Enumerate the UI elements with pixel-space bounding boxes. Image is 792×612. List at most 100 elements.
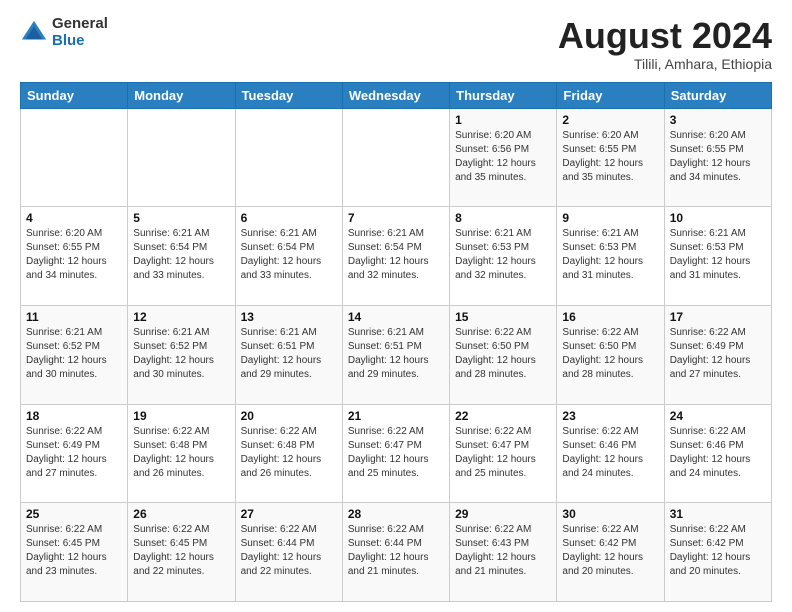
day-number: 25 xyxy=(26,507,122,521)
logo-blue-text: Blue xyxy=(52,33,108,50)
day-info: Sunrise: 6:21 AM Sunset: 6:54 PM Dayligh… xyxy=(241,227,337,283)
calendar-cell: 18 Sunrise: 6:22 AM Sunset: 6:49 PM Dayli… xyxy=(21,404,128,503)
day-info: Sunrise: 6:21 AM Sunset: 6:53 PM Dayligh… xyxy=(670,227,766,283)
calendar-cell: 14 Sunrise: 6:21 AM Sunset: 6:51 PM Dayli… xyxy=(342,305,449,404)
calendar-cell xyxy=(128,108,235,207)
calendar-header-saturday: Saturday xyxy=(664,82,771,108)
day-number: 22 xyxy=(455,409,551,423)
day-number: 26 xyxy=(133,507,229,521)
calendar-cell: 10 Sunrise: 6:21 AM Sunset: 6:53 PM Dayli… xyxy=(664,207,771,306)
day-number: 1 xyxy=(455,113,551,127)
calendar-cell: 8 Sunrise: 6:21 AM Sunset: 6:53 PM Daylig… xyxy=(450,207,557,306)
week-row-3: 18 Sunrise: 6:22 AM Sunset: 6:49 PM Dayli… xyxy=(21,404,772,503)
day-info: Sunrise: 6:22 AM Sunset: 6:49 PM Dayligh… xyxy=(26,425,122,481)
day-number: 30 xyxy=(562,507,658,521)
day-info: Sunrise: 6:22 AM Sunset: 6:47 PM Dayligh… xyxy=(348,425,444,481)
day-number: 4 xyxy=(26,211,122,225)
week-row-0: 1 Sunrise: 6:20 AM Sunset: 6:56 PM Daylig… xyxy=(21,108,772,207)
day-info: Sunrise: 6:22 AM Sunset: 6:50 PM Dayligh… xyxy=(455,326,551,382)
header: General Blue August 2024 Tilili, Amhara,… xyxy=(20,16,772,72)
day-info: Sunrise: 6:20 AM Sunset: 6:55 PM Dayligh… xyxy=(562,129,658,185)
calendar-header-tuesday: Tuesday xyxy=(235,82,342,108)
calendar-cell xyxy=(342,108,449,207)
day-info: Sunrise: 6:22 AM Sunset: 6:48 PM Dayligh… xyxy=(133,425,229,481)
calendar-cell: 7 Sunrise: 6:21 AM Sunset: 6:54 PM Daylig… xyxy=(342,207,449,306)
day-number: 7 xyxy=(348,211,444,225)
day-info: Sunrise: 6:22 AM Sunset: 6:42 PM Dayligh… xyxy=(670,523,766,579)
day-info: Sunrise: 6:22 AM Sunset: 6:49 PM Dayligh… xyxy=(670,326,766,382)
day-info: Sunrise: 6:22 AM Sunset: 6:44 PM Dayligh… xyxy=(241,523,337,579)
day-number: 3 xyxy=(670,113,766,127)
calendar-header-wednesday: Wednesday xyxy=(342,82,449,108)
calendar-header-friday: Friday xyxy=(557,82,664,108)
day-info: Sunrise: 6:21 AM Sunset: 6:51 PM Dayligh… xyxy=(348,326,444,382)
title-block: August 2024 Tilili, Amhara, Ethiopia xyxy=(558,16,772,72)
day-number: 15 xyxy=(455,310,551,324)
day-number: 20 xyxy=(241,409,337,423)
calendar-cell: 30 Sunrise: 6:22 AM Sunset: 6:42 PM Dayli… xyxy=(557,503,664,602)
day-number: 17 xyxy=(670,310,766,324)
calendar-cell: 28Sunrise: 6:22 AM Sunset: 6:44 PM Dayli… xyxy=(342,503,449,602)
day-info: Sunrise: 6:21 AM Sunset: 6:51 PM Dayligh… xyxy=(241,326,337,382)
calendar-cell: 17 Sunrise: 6:22 AM Sunset: 6:49 PM Dayli… xyxy=(664,305,771,404)
day-number: 31 xyxy=(670,507,766,521)
calendar-cell xyxy=(21,108,128,207)
day-info: Sunrise: 6:22 AM Sunset: 6:45 PM Dayligh… xyxy=(26,523,122,579)
day-info: Sunrise: 6:22 AM Sunset: 6:47 PM Dayligh… xyxy=(455,425,551,481)
calendar-header-thursday: Thursday xyxy=(450,82,557,108)
logo: General Blue xyxy=(20,16,108,49)
calendar-cell: 19Sunrise: 6:22 AM Sunset: 6:48 PM Dayli… xyxy=(128,404,235,503)
calendar-cell: 11Sunrise: 6:21 AM Sunset: 6:52 PM Dayli… xyxy=(21,305,128,404)
day-number: 5 xyxy=(133,211,229,225)
day-number: 18 xyxy=(26,409,122,423)
calendar-header-monday: Monday xyxy=(128,82,235,108)
calendar-header-sunday: Sunday xyxy=(21,82,128,108)
day-info: Sunrise: 6:21 AM Sunset: 6:53 PM Dayligh… xyxy=(455,227,551,283)
calendar-cell: 4Sunrise: 6:20 AM Sunset: 6:55 PM Daylig… xyxy=(21,207,128,306)
calendar-table: SundayMondayTuesdayWednesdayThursdayFrid… xyxy=(20,82,772,602)
calendar-cell: 6 Sunrise: 6:21 AM Sunset: 6:54 PM Daylig… xyxy=(235,207,342,306)
day-number: 9 xyxy=(562,211,658,225)
day-info: Sunrise: 6:22 AM Sunset: 6:45 PM Dayligh… xyxy=(133,523,229,579)
day-number: 27 xyxy=(241,507,337,521)
day-info: Sunrise: 6:22 AM Sunset: 6:50 PM Dayligh… xyxy=(562,326,658,382)
calendar-cell: 20 Sunrise: 6:22 AM Sunset: 6:48 PM Dayli… xyxy=(235,404,342,503)
week-row-4: 25 Sunrise: 6:22 AM Sunset: 6:45 PM Dayli… xyxy=(21,503,772,602)
day-info: Sunrise: 6:20 AM Sunset: 6:55 PM Dayligh… xyxy=(670,129,766,185)
day-number: 10 xyxy=(670,211,766,225)
day-info: Sunrise: 6:22 AM Sunset: 6:42 PM Dayligh… xyxy=(562,523,658,579)
day-info: Sunrise: 6:21 AM Sunset: 6:54 PM Dayligh… xyxy=(133,227,229,283)
calendar-header-row: SundayMondayTuesdayWednesdayThursdayFrid… xyxy=(21,82,772,108)
day-number: 2 xyxy=(562,113,658,127)
week-row-2: 11Sunrise: 6:21 AM Sunset: 6:52 PM Dayli… xyxy=(21,305,772,404)
day-number: 8 xyxy=(455,211,551,225)
day-number: 29 xyxy=(455,507,551,521)
calendar-cell: 5 Sunrise: 6:21 AM Sunset: 6:54 PM Daylig… xyxy=(128,207,235,306)
day-number: 21 xyxy=(348,409,444,423)
subtitle: Tilili, Amhara, Ethiopia xyxy=(558,56,772,72)
calendar-cell: 13Sunrise: 6:21 AM Sunset: 6:51 PM Dayli… xyxy=(235,305,342,404)
logo-text: General Blue xyxy=(52,16,108,49)
day-number: 14 xyxy=(348,310,444,324)
week-row-1: 4Sunrise: 6:20 AM Sunset: 6:55 PM Daylig… xyxy=(21,207,772,306)
day-info: Sunrise: 6:20 AM Sunset: 6:56 PM Dayligh… xyxy=(455,129,551,185)
calendar-cell: 31 Sunrise: 6:22 AM Sunset: 6:42 PM Dayli… xyxy=(664,503,771,602)
main-title: August 2024 xyxy=(558,16,772,56)
day-info: Sunrise: 6:22 AM Sunset: 6:46 PM Dayligh… xyxy=(670,425,766,481)
calendar-cell: 12Sunrise: 6:21 AM Sunset: 6:52 PM Dayli… xyxy=(128,305,235,404)
calendar-cell: 29Sunrise: 6:22 AM Sunset: 6:43 PM Dayli… xyxy=(450,503,557,602)
calendar-cell: 3 Sunrise: 6:20 AM Sunset: 6:55 PM Daylig… xyxy=(664,108,771,207)
day-info: Sunrise: 6:22 AM Sunset: 6:44 PM Dayligh… xyxy=(348,523,444,579)
calendar-cell: 27 Sunrise: 6:22 AM Sunset: 6:44 PM Dayli… xyxy=(235,503,342,602)
day-info: Sunrise: 6:21 AM Sunset: 6:52 PM Dayligh… xyxy=(26,326,122,382)
calendar-cell: 21 Sunrise: 6:22 AM Sunset: 6:47 PM Dayli… xyxy=(342,404,449,503)
calendar-cell: 22 Sunrise: 6:22 AM Sunset: 6:47 PM Dayli… xyxy=(450,404,557,503)
calendar-cell: 25 Sunrise: 6:22 AM Sunset: 6:45 PM Dayli… xyxy=(21,503,128,602)
logo-icon xyxy=(20,19,48,47)
calendar-cell xyxy=(235,108,342,207)
page: General Blue August 2024 Tilili, Amhara,… xyxy=(0,0,792,612)
day-info: Sunrise: 6:22 AM Sunset: 6:46 PM Dayligh… xyxy=(562,425,658,481)
day-number: 6 xyxy=(241,211,337,225)
day-info: Sunrise: 6:22 AM Sunset: 6:48 PM Dayligh… xyxy=(241,425,337,481)
day-info: Sunrise: 6:21 AM Sunset: 6:54 PM Dayligh… xyxy=(348,227,444,283)
